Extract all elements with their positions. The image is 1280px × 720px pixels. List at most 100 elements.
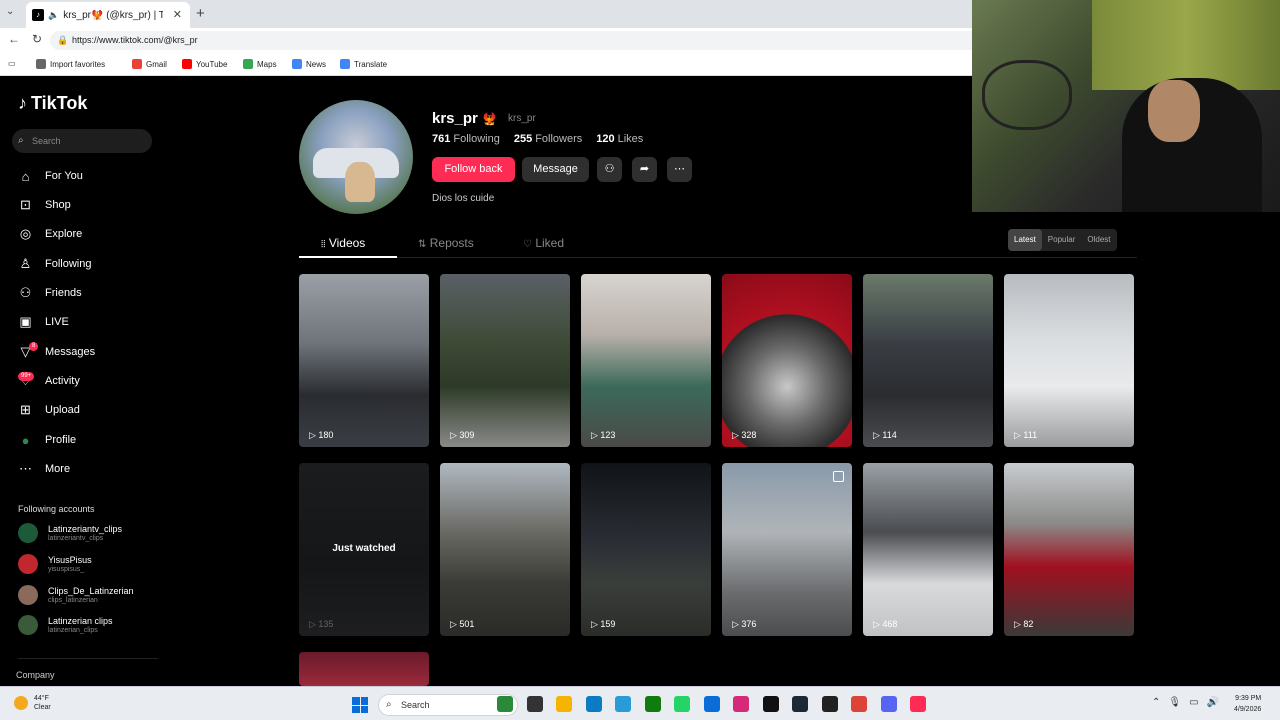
favorite-news[interactable]: News [292,59,326,69]
video-thumbnail[interactable]: ▷ 123 [581,274,711,447]
weather-temp: 44°F [34,695,49,702]
video-thumbnail[interactable]: ▷ 82 [1004,463,1134,636]
mail-icon[interactable] [615,696,631,712]
profile-avatar[interactable] [299,100,413,214]
import-icon [36,59,46,69]
file-explorer-icon[interactable] [556,696,572,712]
instagram-icon[interactable] [733,696,749,712]
video-thumbnail[interactable]: ▷ 376 [722,463,852,636]
view-count-text: 309 [459,430,475,440]
site-info-icon[interactable]: 🔒 [57,31,68,50]
tiktok-icon[interactable] [762,696,779,712]
nav-label: Friends [45,287,82,299]
video-thumbnail[interactable]: ▷ 468 [863,463,993,636]
close-tab-icon[interactable]: ✕ [173,8,182,21]
nav-for-you[interactable]: ⌂ For You [18,165,83,187]
tab-liked[interactable]: ♡ Liked [523,236,564,250]
new-tab-icon[interactable]: + [196,5,205,22]
volume-icon[interactable]: 🔊 [1207,697,1219,708]
chevron-up-icon[interactable]: ⌃ [1152,697,1160,708]
tiktok-logo[interactable]: ♪ TikTok [18,93,87,114]
tab-reposts[interactable]: ⇅ Reposts [418,236,474,250]
follow-back-button[interactable]: Follow back [432,157,515,182]
video-thumbnail[interactable]: ▷ 501 [440,463,570,636]
video-thumbnail[interactable]: ▷ 111 [1004,274,1134,447]
nav-shop[interactable]: ⊡ Shop [18,194,71,216]
video-thumbnail[interactable]: ▷ 114 [863,274,993,447]
view-count: ▷ 82 [1014,619,1033,630]
profile-nickname: krs_pr [508,113,536,124]
task-view-icon[interactable] [526,696,543,712]
network-icon[interactable]: ▭ [1189,697,1198,708]
favorite-youtube[interactable]: YouTube [182,59,227,69]
search-input[interactable]: ⌕ Search [12,129,152,153]
video-thumbnail[interactable]: Just watched ▷ 135 [299,463,429,636]
following-account[interactable]: Latinzeriantv_clips latinzeriantv_clips [18,520,122,546]
following-stat[interactable]: 761 Following [432,133,500,145]
following-icon: ♙ [19,256,32,271]
view-count: ▷ 468 [873,619,897,630]
nav-label: Upload [45,404,80,416]
nav-profile[interactable]: ● Profile [18,429,77,451]
followers-stat[interactable]: 255 Followers [514,133,582,145]
video-thumbnail[interactable]: ▷ 180 [299,274,429,447]
taskbar-search-label: Search [401,700,430,710]
edge-icon[interactable] [585,696,602,712]
following-account[interactable]: YisusPisus yisuspisus_ [18,551,92,577]
add-friend-icon[interactable]: ⚇ [597,157,622,182]
tiktok-app-icon[interactable] [910,696,926,712]
account-handle: latinzerian_clips [48,626,98,634]
nav-friends[interactable]: ⚇ Friends [18,282,82,304]
favorite-gmail[interactable]: Gmail [132,59,167,69]
video-thumbnail[interactable]: ▷ 328 [722,274,852,447]
view-count: ▷ 376 [732,619,756,630]
steam-icon[interactable] [792,696,808,712]
favorite-label: Maps [257,59,277,69]
play-icon: ▷ [450,619,460,629]
message-button[interactable]: Message [522,157,589,182]
share-icon[interactable]: ➦ [632,157,657,182]
discord-icon[interactable] [880,696,897,712]
nav-more[interactable]: ⋯ More [18,458,70,480]
tab-videos[interactable]: ⦙⦙ Videos [321,236,365,250]
mute-icon[interactable]: 🔈 [48,10,59,21]
more-options-icon[interactable]: ⋯ [667,157,692,182]
sort-oldest[interactable]: Oldest [1081,229,1116,251]
chrome-icon[interactable] [851,696,867,712]
widgets-icon[interactable] [497,696,513,712]
company-link[interactable]: Company [16,670,55,680]
nav-explore[interactable]: ◎ Explore [18,223,82,245]
reload-icon[interactable]: ↻ [32,32,42,46]
following-account[interactable]: Latinzerian clips latinzerian_clips [18,612,113,638]
favorite-import[interactable]: Import favorites [36,59,105,69]
weather-widget[interactable]: 44°F Clear [14,694,51,712]
tab-list-dropdown-icon[interactable]: ⌄ [6,6,14,17]
clock[interactable]: 9:39 PM 4/9/2026 [1234,693,1261,715]
start-button[interactable] [352,697,368,713]
whatsapp-icon[interactable] [674,696,690,712]
favorite-translate[interactable]: Translate [340,59,387,69]
favorites-menu-icon[interactable]: ▭ [8,59,16,68]
sort-toggle: Latest Popular Oldest [1008,229,1117,251]
video-thumbnail[interactable]: ▷ 159 [581,463,711,636]
nav-live[interactable]: ▣ LIVE [18,311,69,333]
address-bar[interactable]: 🔒 https://www.tiktok.com/@krs_pr [50,31,980,50]
favorite-maps[interactable]: Maps [243,59,277,69]
back-icon[interactable]: ← [8,32,20,46]
microphone-icon[interactable]: 🎙 [1168,697,1181,708]
xbox-icon[interactable] [644,696,661,712]
following-account[interactable]: Clips_De_Latinzerian clips_latinzerian [18,582,134,608]
following-accounts-title: Following accounts [18,504,95,514]
video-thumbnail[interactable] [299,652,429,686]
nav-following[interactable]: ♙ Following [18,253,92,275]
store-icon[interactable] [703,696,720,712]
tab-label: Reposts [429,236,474,250]
play-icon: ▷ [450,430,460,440]
nav-upload[interactable]: ⊞ Upload [18,399,80,421]
video-thumbnail[interactable]: ▷ 309 [440,274,570,447]
sort-latest[interactable]: Latest [1008,229,1042,251]
sort-popular[interactable]: Popular [1042,229,1082,251]
tab-label: Videos [328,236,366,250]
browser-tab[interactable]: ♪ 🔈 krs_pr🐦‍🔥 (@krs_pr) | TikTok ✕ [26,2,190,28]
obs-icon[interactable] [821,696,838,712]
